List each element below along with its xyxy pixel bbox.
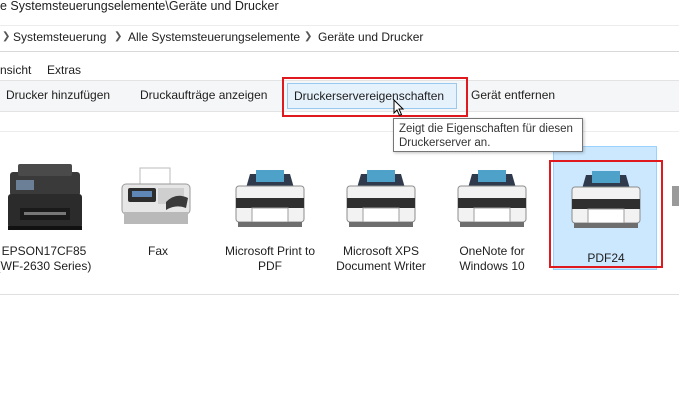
mouse-cursor-icon xyxy=(393,99,405,117)
device-microsoft-print-to-pdf[interactable]: Microsoft Print to PDF xyxy=(218,146,322,273)
device-label: EPSON17CF85 (WF-2630 Series) xyxy=(0,244,92,273)
fax-icon xyxy=(121,167,191,224)
breadcrumb-systemsteuerung[interactable]: Systemsteuerung xyxy=(13,30,106,44)
device-list: EPSON17CF85 (WF-2630 Series) Fax Microso… xyxy=(0,131,679,295)
printer-icon xyxy=(235,170,305,227)
printer-icon xyxy=(457,170,527,227)
tooltip: Zeigt die Eigenschaften für diesen Druck… xyxy=(393,118,583,152)
window-title: e Systemsteuerungselemente\Geräte und Dr… xyxy=(0,0,679,16)
device-label: PDF24 xyxy=(587,251,625,265)
device-pdf24[interactable]: PDF24 xyxy=(553,146,657,270)
printer-icon xyxy=(571,171,641,228)
chevron-right-icon[interactable]: ❯ xyxy=(114,31,122,42)
device-microsoft-xps[interactable]: Microsoft XPS Document Writer xyxy=(329,146,433,273)
device-onenote[interactable]: OneNote for Windows 10 xyxy=(440,146,544,273)
chevron-right-icon[interactable]: ❯ xyxy=(304,31,312,42)
address-bar[interactable]: ❯ Systemsteuerung ❯ Alle Systemsteuerung… xyxy=(0,25,679,52)
device-partial[interactable] xyxy=(668,180,679,210)
command-bar: Drucker hinzufügen Druckaufträge anzeige… xyxy=(0,80,679,112)
add-printer-button[interactable]: Drucker hinzufügen xyxy=(0,81,116,109)
inkjet-printer-icon xyxy=(8,164,82,230)
show-print-jobs-button[interactable]: Druckaufträge anzeigen xyxy=(134,81,273,109)
breadcrumb-alle-elemente[interactable]: Alle Systemsteuerungselemente xyxy=(128,30,300,44)
chevron-right-icon: ❯ xyxy=(2,31,11,42)
device-label: Microsoft XPS Document Writer xyxy=(336,244,426,273)
device-fax[interactable]: Fax xyxy=(106,146,210,270)
menu-ansicht[interactable]: nsicht xyxy=(0,63,31,77)
breadcrumb-geraete-und-drucker[interactable]: Geräte und Drucker xyxy=(318,30,423,44)
menu-bar: nsicht Extras xyxy=(0,60,679,80)
menu-extras[interactable]: Extras xyxy=(47,63,81,77)
print-server-properties-button[interactable]: Druckerservereigenschaften xyxy=(287,83,457,109)
remove-device-button[interactable]: Gerät entfernen xyxy=(465,81,561,109)
window-title-text: e Systemsteuerungselemente\Geräte und Dr… xyxy=(0,0,279,13)
printer-icon xyxy=(672,186,679,206)
device-label: Microsoft Print to PDF xyxy=(224,244,316,273)
device-label: OneNote for Windows 10 xyxy=(459,244,525,273)
printer-icon xyxy=(346,170,416,227)
device-epson[interactable]: EPSON17CF85 (WF-2630 Series) xyxy=(0,146,96,273)
device-label: Fax xyxy=(147,244,168,258)
